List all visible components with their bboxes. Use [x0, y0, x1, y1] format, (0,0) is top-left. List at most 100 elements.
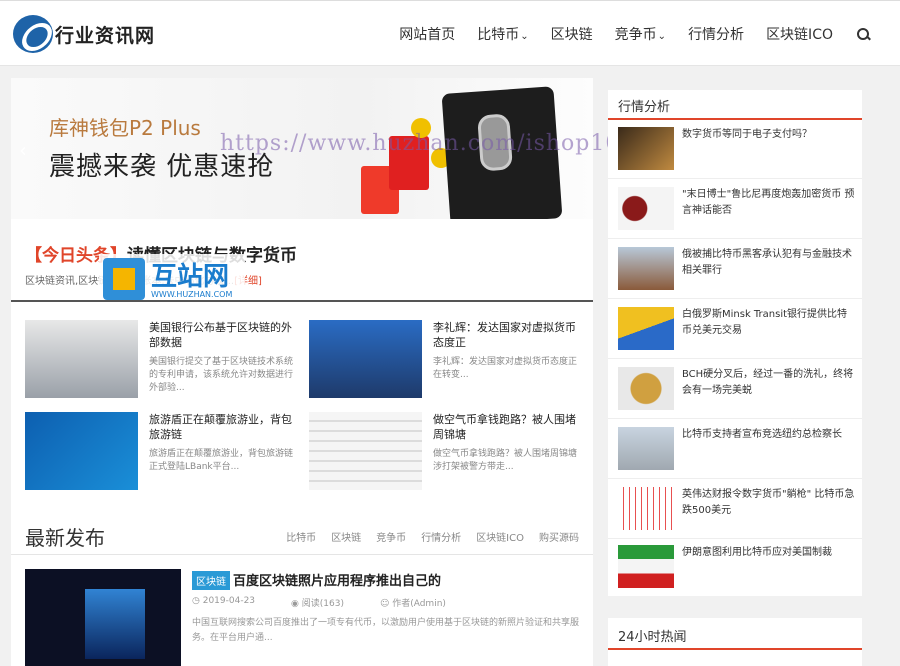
travel-platform-thumbnail	[25, 412, 138, 490]
nav-item-bitcoin[interactable]: 比特币⌄	[477, 24, 528, 44]
nav-label: 区块链	[550, 27, 593, 43]
nav-item-blockchain[interactable]: 区块链	[551, 24, 593, 44]
post-views: 阅读(163)	[301, 599, 344, 609]
grid-article-title[interactable]: 李礼辉：发达国家对虚拟货币态度正	[433, 320, 578, 350]
latest-divider	[11, 554, 593, 555]
sidebar-thumbnail	[618, 127, 674, 170]
sidebar-item-text[interactable]: 白俄罗斯Minsk Transit银行提供比特币兑美元交易	[682, 307, 857, 339]
sidebar-item-text[interactable]: 英伟达财报令数字货币"躺枪" 比特币急跌500美元	[682, 487, 857, 519]
sidebar-separator	[608, 358, 862, 359]
huzhan-url: WWW.HUZHAN.COM	[151, 290, 233, 299]
sidebar-item[interactable]: 比特币支持者宣布竞选纽约总检察长	[618, 427, 862, 485]
sidebar-thumbnail	[618, 427, 674, 470]
slider-subtitle: 库神钱包P2 Plus	[49, 116, 201, 140]
tab-ico[interactable]: 区块链ICO	[476, 529, 524, 544]
sidebar-item-text[interactable]: 俄被捕比特币黑客承认犯有与金融技术相关罪行	[682, 247, 857, 279]
post-title[interactable]: 百度区块链照片应用程序推出自己的	[233, 570, 441, 589]
tab-blockchain[interactable]: 区块链	[331, 529, 361, 544]
grid-article-title[interactable]: 旅游盾正在颠覆旅游业，背包旅游链	[149, 412, 294, 442]
tab-bitcoin[interactable]: 比特币	[286, 529, 316, 544]
search-icon[interactable]	[857, 27, 870, 41]
grid-article-title[interactable]: 美国银行公布基于区块链的外部数据	[149, 320, 294, 350]
bank-of-america-thumbnail	[25, 320, 138, 398]
nav-item-home[interactable]: 网站首页	[399, 24, 455, 44]
grid-article[interactable]: 美国银行公布基于区块链的外部数据 美国银行提交了基于区块链技术系统的专利申请，该…	[25, 320, 295, 400]
grid-article[interactable]: 旅游盾正在颠覆旅游业，背包旅游链 旅游盾正在颠覆旅游业，背包旅游链正式登陆LBa…	[25, 412, 295, 492]
nav-item-market[interactable]: 行情分析	[688, 24, 744, 44]
grid-article[interactable]: 李礼辉：发达国家对虚拟货币态度正 李礼辉：发达国家对虚拟货币态度正在转变...	[309, 320, 579, 400]
nav-label: 比特币	[477, 27, 520, 43]
tab-altcoin[interactable]: 竞争币	[376, 529, 406, 544]
huzhan-name: 互站网	[151, 262, 230, 292]
sidebar-thumbnail	[618, 487, 674, 530]
user-icon: ☺ 作者(Admin)	[379, 599, 446, 609]
grid-article-title[interactable]: 做空气币拿钱跑路？被人围堵周锦塘	[433, 412, 578, 442]
huzhan-icon	[103, 258, 145, 300]
speaker-thumbnail	[309, 320, 422, 398]
sidebar-item[interactable]: 数字货币等同于电子支付吗？	[618, 127, 862, 185]
huzhan-logo: 互站网 WWW.HUZHAN.COM	[99, 254, 245, 306]
grid-article-desc: 做空气币拿钱跑路？被人围堵周锦塘涉打架被警方带走...	[433, 449, 578, 472]
sidebar-item[interactable]: 白俄罗斯Minsk Transit银行提供比特币兑美元交易	[618, 307, 862, 365]
sidebar-item[interactable]: "末日博士"鲁比尼再度炮轰加密货币 预言神话能否	[618, 187, 862, 245]
latest-tabs: 比特币 区块链 竞争币 行情分析 区块链ICO 购买源码	[271, 529, 579, 544]
slider-prev-icon[interactable]: ‹	[19, 138, 27, 162]
sidebar-item-text[interactable]: BCH硬分叉后，经过一番的洗礼，终将会有一场完美蜕	[682, 367, 857, 399]
sidebar-separator	[608, 418, 862, 419]
blockchain-graphic	[85, 589, 145, 659]
site-header: 行业资讯网 网站首页 比特币⌄ 区块链 竞争币⌄ 行情分析 区块链ICO	[0, 0, 900, 66]
latest-section-title: 最新发布	[25, 526, 105, 550]
nav-label: 网站首页	[399, 27, 456, 43]
logo-text: 行业资讯网	[55, 24, 156, 47]
logo-icon	[13, 15, 53, 53]
nav-label: 竞争币	[614, 27, 657, 43]
sidebar-thumbnail	[618, 307, 674, 350]
sidebar-thumbnail	[618, 187, 674, 230]
sidebar-item-text[interactable]: 比特币支持者宣布竞选纽约总检察长	[682, 427, 857, 443]
site-logo[interactable]: 行业资讯网	[13, 15, 155, 53]
tab-market[interactable]: 行情分析	[421, 529, 461, 544]
grid-article[interactable]: 做空气币拿钱跑路？被人围堵周锦塘 做空气币拿钱跑路？被人围堵周锦塘涉打架被警方带…	[309, 412, 579, 492]
sidebar-item[interactable]: BCH硬分叉后，经过一番的洗礼，终将会有一场完美蜕	[618, 367, 862, 425]
sidebar-item-text[interactable]: "末日博士"鲁比尼再度炮轰加密货币 预言神话能否	[682, 187, 857, 219]
grid-article-desc: 李礼辉：发达国家对虚拟货币态度正在转变...	[433, 357, 578, 380]
sidebar-hot: 24小时热闻	[608, 618, 862, 666]
sidebar-item[interactable]: 英伟达财报令数字货币"躺枪" 比特币急跌500美元	[618, 487, 862, 545]
grid-article-desc: 美国银行提交了基于区块链技术系统的专利申请，该系统允许对数据进行外部验...	[149, 357, 294, 393]
post-author: 作者(Admin)	[392, 599, 446, 609]
sidebar-separator	[608, 178, 862, 179]
nav-label: 行情分析	[688, 27, 745, 43]
chevron-down-icon: ⌄	[520, 31, 529, 42]
grid-article-desc: 旅游盾正在颠覆旅游业，背包旅游链正式登陆LBank平台...	[149, 449, 294, 472]
chevron-down-icon: ⌄	[657, 31, 667, 42]
post-thumbnail[interactable]	[25, 569, 181, 666]
post-excerpt: 中国互联网搜索公司百度推出了一项专有代币，以激励用户使用基于区块链的新照片验证和…	[192, 618, 580, 643]
tab-buy-source[interactable]: 购买源码	[539, 529, 579, 544]
sidebar-market: 行情分析 数字货币等同于电子支付吗？ "末日博士"鲁比尼再度炮轰加密货币 预言神…	[608, 90, 862, 596]
sidebar-separator	[608, 538, 862, 539]
sidebar-title-underline	[608, 118, 862, 120]
sidebar-title: 行情分析	[618, 100, 671, 115]
post-meta: ◷ 2019-04-23 ◉ 阅读(163) ☺ 作者(Admin)	[192, 596, 482, 609]
sidebar-separator	[608, 238, 862, 239]
main-content: ‹ 库神钱包P2 Plus 震撼来袭 优惠速抢 https://www.huzh…	[11, 78, 664, 666]
sidebar-item-text[interactable]: 伊朗意图利用比特币应对美国制裁	[682, 545, 857, 561]
main-nav: 网站首页 比特币⌄ 区块链 竞争币⌄ 行情分析 区块链ICO	[377, 1, 870, 67]
post-category-badge[interactable]: 区块链	[192, 571, 230, 590]
nav-label: 区块链ICO	[766, 27, 833, 43]
sidebar-item[interactable]: 伊朗意图利用比特币应对美国制裁	[618, 545, 862, 603]
sidebar-separator	[608, 298, 862, 299]
sidebar-item[interactable]: 俄被捕比特币黑客承认犯有与金融技术相关罪行	[618, 247, 862, 305]
hot-title-underline	[608, 648, 862, 650]
nav-item-altcoin[interactable]: 竞争币⌄	[615, 24, 666, 44]
eye-icon: ◉ 阅读(163)	[291, 599, 344, 609]
sidebar-thumbnail	[618, 247, 674, 290]
hot-title: 24小时热闻	[618, 630, 687, 645]
sidebar-separator	[608, 478, 862, 479]
nav-item-ico[interactable]: 区块链ICO	[766, 24, 833, 44]
watermark-text: https://www.huzhan.com/ishop10389	[220, 131, 666, 156]
sidebar-thumbnail	[618, 545, 674, 588]
sidebar-item-text[interactable]: 数字货币等同于电子支付吗？	[682, 127, 857, 143]
clock-icon: ◷ 2019-04-23	[192, 596, 256, 606]
chat-screenshot-thumbnail	[309, 412, 422, 490]
